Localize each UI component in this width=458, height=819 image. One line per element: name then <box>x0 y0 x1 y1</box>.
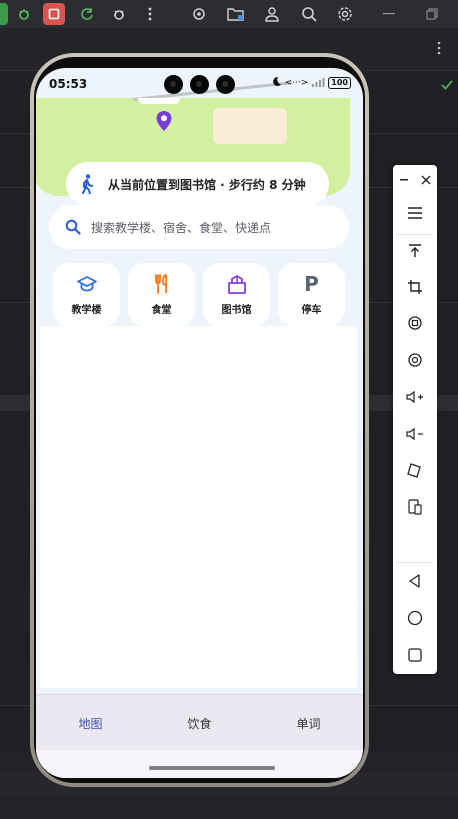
check-icon <box>441 75 453 94</box>
emulator-toolbar <box>393 165 437 674</box>
quick-link-canteen[interactable]: 食堂 <box>128 263 195 326</box>
battery-icon: 100 <box>328 77 351 89</box>
overview-icon[interactable] <box>393 640 437 670</box>
walking-icon <box>80 174 100 194</box>
graduation-cap-icon <box>76 273 97 295</box>
location-pin-icon[interactable] <box>155 110 173 136</box>
phone-screen: 从当前位置到图书馆 · 步行约 8 分钟 05:53 <···> 100 搜索教… <box>36 68 363 778</box>
minimize-icon[interactable] <box>378 3 400 25</box>
content-area <box>40 326 357 688</box>
more-vert-icon[interactable] <box>436 40 442 59</box>
attach-debugger-icon[interactable] <box>108 3 130 25</box>
map-building <box>213 108 287 144</box>
quick-link-library[interactable]: 图书馆 <box>203 263 270 326</box>
ide-toolbar <box>0 0 458 28</box>
status-icons: <···> 100 <box>271 76 351 90</box>
target-icon[interactable] <box>188 3 210 25</box>
rotate-right-icon[interactable] <box>393 345 437 375</box>
quick-link-parking[interactable]: P 停车 <box>278 263 345 326</box>
volume-down-icon[interactable] <box>393 419 437 449</box>
fork-knife-icon <box>153 273 171 295</box>
crop-icon[interactable] <box>393 272 437 302</box>
signal-icon <box>311 77 325 90</box>
quick-link-teaching-building[interactable]: 教学楼 <box>53 263 120 326</box>
status-time: 05:53 <box>49 77 88 91</box>
device-explorer-icon[interactable] <box>225 3 247 25</box>
tab-map[interactable]: 地图 <box>36 695 145 751</box>
volume-up-icon[interactable] <box>393 382 437 412</box>
status-bar: 05:53 <···> 100 <box>36 68 363 98</box>
route-text: 从当前位置到图书馆 · 步行约 8 分钟 <box>108 177 306 192</box>
account-icon[interactable] <box>261 3 283 25</box>
divider <box>397 562 433 563</box>
stop-button[interactable] <box>43 3 65 25</box>
camera-cutout <box>190 75 209 94</box>
run-button[interactable] <box>0 3 8 25</box>
search-placeholder: 搜索教学楼、宿舍、食堂、快递点 <box>91 220 272 235</box>
camera-cutout <box>164 75 183 94</box>
moon-icon <box>271 76 282 90</box>
campus-map[interactable]: 从当前位置到图书馆 · 步行约 8 分钟 <box>36 81 350 206</box>
quick-link-label: 食堂 <box>151 305 172 316</box>
book-box-icon <box>227 273 247 295</box>
quick-link-label: 教学楼 <box>71 305 102 316</box>
fold-icon[interactable] <box>393 455 437 485</box>
menu-icon[interactable] <box>393 198 437 228</box>
search-icon[interactable] <box>298 3 320 25</box>
close-icon[interactable] <box>415 165 437 195</box>
restore-icon[interactable] <box>421 3 443 25</box>
more-vert-icon[interactable] <box>139 3 161 25</box>
quick-link-label: 图书馆 <box>221 305 252 316</box>
divider <box>397 234 433 235</box>
bottom-navigation: 地图 饮食 单词 <box>36 694 363 751</box>
apply-changes-icon[interactable] <box>76 3 98 25</box>
data-transfer-icon: <···> <box>284 78 309 88</box>
gesture-area <box>36 750 363 778</box>
route-info-card[interactable]: 从当前位置到图书馆 · 步行约 8 分钟 <box>66 162 329 206</box>
quick-link-label: 停车 <box>301 305 322 316</box>
device-mirror-icon[interactable] <box>393 492 437 522</box>
home-icon[interactable] <box>393 603 437 633</box>
search-input[interactable]: 搜索教学楼、宿舍、食堂、快递点 <box>49 205 349 249</box>
quick-links: 教学楼 食堂 图书馆 P 停车 <box>53 263 349 326</box>
map-place-label <box>138 98 180 104</box>
parking-icon: P <box>304 272 319 296</box>
upload-icon[interactable] <box>393 236 437 266</box>
search-icon <box>65 219 81 235</box>
tab-words[interactable]: 单词 <box>254 695 363 751</box>
rotate-left-icon[interactable] <box>393 308 437 338</box>
debug-bug-icon[interactable] <box>13 3 35 25</box>
camera-cutout <box>216 75 235 94</box>
back-icon[interactable] <box>393 566 437 596</box>
gesture-handle[interactable] <box>149 766 275 770</box>
tab-food[interactable]: 饮食 <box>145 695 254 751</box>
settings-icon[interactable] <box>334 3 356 25</box>
minimize-icon[interactable] <box>393 165 415 195</box>
